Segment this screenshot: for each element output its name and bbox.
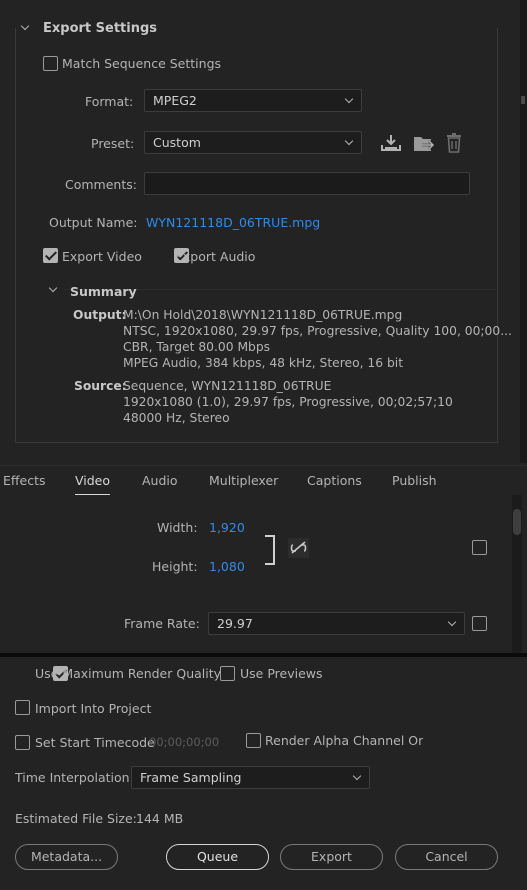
summary-header: Summary xyxy=(70,284,137,299)
output-line: M:\On Hold\2018\WYN121118D_06TRUE.mpg xyxy=(123,308,403,322)
output-name-link[interactable]: WYN121118D_06TRUE.mpg xyxy=(146,215,320,230)
match-sequence-label: Match Sequence Settings xyxy=(62,56,222,71)
output-name-label: Output Name: xyxy=(49,215,138,230)
export-video-label: Export Video xyxy=(62,249,142,264)
import-into-project-checkbox[interactable] xyxy=(15,700,30,715)
scrollbar-thumb[interactable] xyxy=(513,509,521,535)
render-alpha-label: Render Alpha Channel Only xyxy=(265,733,423,748)
height-label: Height: xyxy=(152,559,198,574)
tab-multiplexer[interactable]: Multiplexer xyxy=(209,473,278,488)
source-summary: Sequence, WYN121118D_06TRUE 1920x1080 (1… xyxy=(123,378,453,426)
link-bracket xyxy=(265,535,275,565)
source-line: 1920x1080 (1.0), 29.97 fps, Progressive,… xyxy=(123,395,453,409)
save-preset-icon[interactable] xyxy=(381,134,401,152)
width-value[interactable]: 1,920 xyxy=(209,520,245,535)
chevron-down-icon xyxy=(447,617,457,627)
chevron-down-icon xyxy=(344,136,354,146)
tab-video[interactable]: Video xyxy=(75,473,111,496)
import-into-project-label: Import Into Project xyxy=(35,701,152,716)
start-timecode-value[interactable]: 00;00;00;00 xyxy=(149,735,219,749)
preset-value: Custom xyxy=(153,135,201,150)
cancel-button[interactable]: Cancel xyxy=(395,844,498,870)
time-interpolation-label: Time Interpolation: xyxy=(15,770,134,785)
output-line: CBR, Target 80.00 Mbps xyxy=(123,340,271,354)
format-label: Format: xyxy=(85,94,134,109)
delete-preset-icon[interactable] xyxy=(446,133,462,153)
source-line: Sequence, WYN121118D_06TRUE xyxy=(123,379,332,393)
width-label: Width: xyxy=(157,520,198,535)
frame-rate-dropdown[interactable]: 29.97 xyxy=(208,612,465,635)
tab-audio[interactable]: Audio xyxy=(142,473,178,488)
render-alpha-checkbox[interactable] xyxy=(246,733,261,748)
tab-publish[interactable]: Publish xyxy=(392,473,437,488)
use-previews-checkbox[interactable] xyxy=(220,666,235,681)
output-summary: M:\On Hold\2018\WYN121118D_06TRUE.mpg NT… xyxy=(123,307,512,371)
estimated-size-label: Estimated File Size: xyxy=(15,811,137,826)
start-timecode-label: Set Start Timecode xyxy=(35,735,155,750)
frame-rate-checkbox[interactable] xyxy=(472,616,487,631)
tab-effects[interactable]: Effects xyxy=(3,473,46,488)
preset-label: Preset: xyxy=(91,136,135,151)
import-preset-icon[interactable] xyxy=(413,134,435,153)
metadata-button[interactable]: Metadata... xyxy=(15,844,118,870)
frame-rate-label: Frame Rate: xyxy=(124,616,200,631)
match-sequence-checkbox[interactable] xyxy=(43,56,58,71)
export-audio-label: Export Audio xyxy=(175,249,256,264)
time-interpolation-dropdown[interactable]: Frame Sampling xyxy=(131,766,370,789)
start-timecode-checkbox[interactable] xyxy=(15,735,30,750)
settings-tabbar: Effects Video Audio Multiplexer Captions… xyxy=(0,465,527,496)
preset-dropdown[interactable]: Custom xyxy=(144,131,362,154)
use-previews-label: Use Previews xyxy=(240,666,323,681)
source-line: 48000 Hz, Stereo xyxy=(123,411,230,425)
comments-label: Comments: xyxy=(65,177,137,192)
output-key: Output: xyxy=(73,308,127,322)
comments-field[interactable] xyxy=(144,172,470,195)
export-settings-header: Export Settings xyxy=(43,21,158,36)
time-interpolation-value: Frame Sampling xyxy=(140,770,242,785)
resize-checkbox[interactable] xyxy=(472,540,487,555)
queue-button[interactable]: Queue xyxy=(166,844,269,870)
video-scrollbar[interactable] xyxy=(512,495,522,653)
tab-captions[interactable]: Captions xyxy=(307,473,362,488)
constrain-proportions-icon[interactable] xyxy=(288,538,309,558)
chevron-down-icon xyxy=(344,94,354,104)
output-line: MPEG Audio, 384 kbps, 48 kHz, Stereo, 16… xyxy=(123,356,404,370)
frame-rate-value: 29.97 xyxy=(217,616,253,631)
export-video-checkbox[interactable] xyxy=(43,248,58,263)
panel-edge xyxy=(520,0,527,463)
format-dropdown[interactable]: MPEG2 xyxy=(144,89,362,112)
output-line: NTSC, 1920x1080, 29.97 fps, Progressive,… xyxy=(123,324,512,338)
max-render-quality-label: Use Maximum Render Quality xyxy=(35,666,222,681)
chevron-down-icon xyxy=(352,771,362,781)
format-value: MPEG2 xyxy=(153,93,197,108)
source-key: Source: xyxy=(74,379,127,393)
export-button[interactable]: Export xyxy=(280,844,383,870)
height-value[interactable]: 1,080 xyxy=(209,559,245,574)
estimated-size-value: 144 MB xyxy=(136,811,184,826)
